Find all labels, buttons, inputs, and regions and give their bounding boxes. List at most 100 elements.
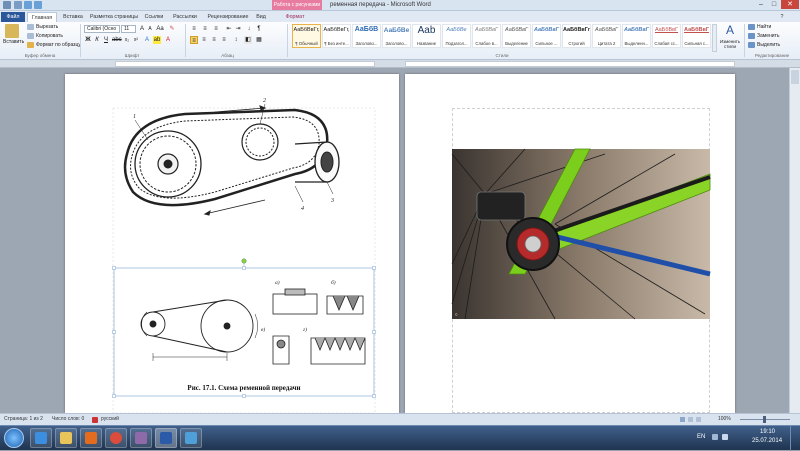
style-normal[interactable]: АаБбВвГг, ¶ Обычный: [292, 24, 321, 48]
shading-icon[interactable]: ◧: [244, 36, 252, 44]
tab-review[interactable]: Рецензирование: [203, 12, 253, 22]
sort-icon[interactable]: ↓: [245, 25, 253, 33]
page-count[interactable]: Страница: 1 из 2: [4, 414, 43, 425]
tab-references[interactable]: Ссылки: [141, 12, 167, 22]
paste-button[interactable]: Вставить: [3, 39, 24, 45]
style-title[interactable]: Aab Название: [412, 24, 441, 48]
minimize-button[interactable]: –: [755, 0, 767, 9]
resize-handle[interactable]: [242, 394, 246, 398]
copy-button[interactable]: Копировать: [36, 33, 63, 39]
numbering-icon[interactable]: ≡: [201, 25, 209, 33]
print-layout-icon[interactable]: [680, 417, 685, 422]
taskbar-app[interactable]: [130, 428, 152, 448]
style-subtle-emphasis[interactable]: АаБбВвГ Слабое в...: [472, 24, 501, 48]
resize-handle[interactable]: [242, 266, 246, 270]
taskbar-media[interactable]: [80, 428, 102, 448]
tab-page-layout[interactable]: Разметка страницы: [88, 12, 140, 22]
resize-handle[interactable]: [112, 394, 116, 398]
taskbar-paint[interactable]: [180, 428, 202, 448]
document-area[interactable]: 1 2 3 4 а) б) в) г) Рис. 17.1. Схема рем…: [0, 68, 800, 413]
subscript-icon[interactable]: x₂: [123, 36, 131, 44]
clock-time[interactable]: 19:10: [760, 429, 775, 435]
paste-icon[interactable]: [5, 24, 19, 38]
tab-insert[interactable]: Вставка: [59, 12, 87, 22]
change-case-icon[interactable]: Aa: [156, 25, 164, 33]
font-color-icon[interactable]: A: [164, 36, 172, 44]
redo-icon[interactable]: [34, 1, 42, 9]
select-button[interactable]: Выделить: [757, 42, 780, 48]
bold-icon[interactable]: Ж: [84, 36, 92, 44]
strikethrough-icon[interactable]: abc: [112, 36, 122, 44]
resize-handle[interactable]: [372, 394, 376, 398]
tab-view[interactable]: Вид: [253, 12, 269, 22]
style-emphasis[interactable]: АаБбВвГ Выделение: [502, 24, 531, 48]
text-effects-icon[interactable]: A: [143, 36, 151, 44]
save-icon[interactable]: [14, 1, 22, 9]
language[interactable]: русский: [101, 414, 119, 425]
network-icon[interactable]: [712, 434, 718, 440]
taskbar-explorer[interactable]: [55, 428, 77, 448]
align-right-icon[interactable]: ≡: [210, 36, 218, 44]
word-count[interactable]: Число слов: 0: [52, 414, 84, 425]
style-heading-2[interactable]: АаБбВе Заголово...: [382, 24, 411, 48]
bullets-icon[interactable]: ≡: [190, 25, 198, 33]
style-subtle-reference[interactable]: АаБбВвГ Слабая сс...: [652, 24, 681, 48]
align-left-icon[interactable]: ≡: [190, 36, 198, 44]
decrease-indent-icon[interactable]: ⇤: [225, 25, 233, 33]
tab-format[interactable]: Формат: [280, 12, 310, 22]
style-heading-1[interactable]: АаБбВ Заголово...: [352, 24, 381, 48]
taskbar-chrome[interactable]: [105, 428, 127, 448]
style-intense-quote[interactable]: АаБбВвГ Выделенн...: [622, 24, 651, 48]
grow-font-icon[interactable]: A: [138, 25, 146, 33]
web-layout-icon[interactable]: [696, 417, 701, 422]
clock-date[interactable]: 25.07.2014: [752, 438, 782, 444]
rotate-handle[interactable]: [241, 258, 247, 264]
italic-icon[interactable]: К: [93, 36, 101, 44]
tab-mailings[interactable]: Рассылки: [169, 12, 201, 22]
language-indicator[interactable]: EN: [697, 434, 705, 440]
selection-frame[interactable]: [113, 267, 375, 397]
proofing-icon[interactable]: [92, 417, 98, 423]
style-intense-reference[interactable]: АаБбВвГ Сильная с...: [682, 24, 711, 48]
borders-icon[interactable]: ▦: [255, 36, 263, 44]
style-quote-2[interactable]: АаБбВвГ Цитата 2: [592, 24, 621, 48]
line-spacing-icon[interactable]: ↕: [232, 36, 240, 44]
style-intense-emphasis[interactable]: АаБбВвГ Сильное ...: [532, 24, 561, 48]
align-center-icon[interactable]: ≡: [200, 36, 208, 44]
show-desktop-button[interactable]: [790, 426, 800, 451]
start-button[interactable]: [4, 428, 24, 448]
highlight-icon[interactable]: ab: [153, 36, 161, 44]
styles-scroll[interactable]: [712, 24, 717, 52]
scroll-thumb[interactable]: [791, 70, 799, 84]
tab-file[interactable]: Файл: [1, 12, 25, 22]
resize-handle[interactable]: [372, 330, 376, 334]
word-app-icon[interactable]: [3, 1, 11, 9]
full-screen-icon[interactable]: [688, 417, 693, 422]
vertical-scrollbar[interactable]: [789, 68, 800, 413]
style-no-spacing[interactable]: АаБбВвГг, ¶ Без инте...: [322, 24, 351, 48]
close-button[interactable]: ✕: [781, 0, 799, 9]
volume-icon[interactable]: [722, 434, 728, 440]
zoom-slider-thumb[interactable]: [763, 416, 766, 423]
font-name-select[interactable]: Calibri (Осно: [84, 25, 120, 33]
multilevel-list-icon[interactable]: ≡: [212, 25, 220, 33]
resize-handle[interactable]: [112, 330, 116, 334]
resize-handle[interactable]: [112, 266, 116, 270]
horizontal-ruler[interactable]: [0, 60, 800, 68]
undo-icon[interactable]: [24, 1, 32, 9]
change-styles-icon[interactable]: A: [724, 24, 736, 37]
zoom-level[interactable]: 100%: [718, 414, 731, 425]
shrink-font-icon[interactable]: A: [146, 25, 154, 33]
format-painter-button[interactable]: Формат по образцу: [36, 42, 81, 48]
maximize-button[interactable]: □: [768, 0, 780, 9]
style-subtitle[interactable]: АаБбВе Подзагол...: [442, 24, 471, 48]
underline-icon[interactable]: Ч: [102, 36, 110, 44]
font-size-select[interactable]: 11: [121, 25, 136, 33]
superscript-icon[interactable]: x²: [132, 36, 140, 44]
replace-button[interactable]: Заменить: [757, 33, 779, 39]
taskbar-ie[interactable]: [30, 428, 52, 448]
tab-home[interactable]: Главная: [27, 12, 57, 22]
resize-handle[interactable]: [372, 266, 376, 270]
find-button[interactable]: Найти: [757, 24, 771, 30]
justify-icon[interactable]: ≡: [220, 36, 228, 44]
